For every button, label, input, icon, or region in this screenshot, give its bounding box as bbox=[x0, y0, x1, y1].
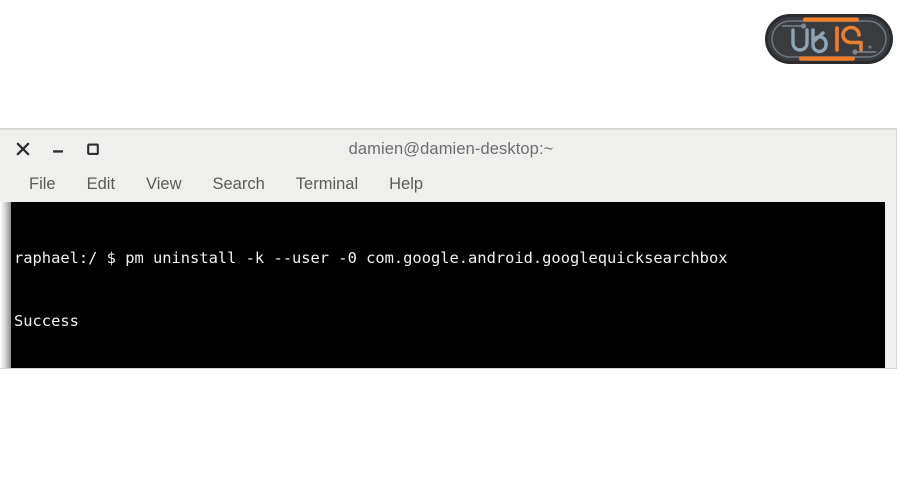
logo-svg bbox=[765, 14, 893, 64]
menu-item-terminal[interactable]: Terminal bbox=[281, 172, 373, 198]
terminal-window: damien@damien-desktop:~ File Edit View S… bbox=[0, 129, 896, 368]
terminal-body: raphael:/ $ pm uninstall -k --user -0 co… bbox=[0, 202, 896, 368]
menu-item-view[interactable]: View bbox=[131, 172, 196, 198]
terminal-scrollbar[interactable] bbox=[0, 202, 11, 368]
terminal-line-command: raphael:/ $ pm uninstall -k --user -0 co… bbox=[14, 249, 728, 267]
titlebar[interactable]: damien@damien-desktop:~ bbox=[0, 129, 896, 168]
ub19-logo bbox=[765, 14, 893, 64]
menu-item-search[interactable]: Search bbox=[198, 172, 280, 198]
terminal-line-output: Success bbox=[14, 312, 79, 330]
window-title: damien@damien-desktop:~ bbox=[348, 140, 554, 158]
menu-item-help[interactable]: Help bbox=[374, 172, 438, 198]
terminal-right-edge bbox=[885, 202, 896, 368]
menu-item-file[interactable]: File bbox=[14, 172, 71, 198]
terminal-screen[interactable]: raphael:/ $ pm uninstall -k --user -0 co… bbox=[11, 202, 896, 368]
menu-item-edit[interactable]: Edit bbox=[72, 172, 130, 198]
menubar: File Edit View Search Terminal Help bbox=[0, 168, 896, 202]
